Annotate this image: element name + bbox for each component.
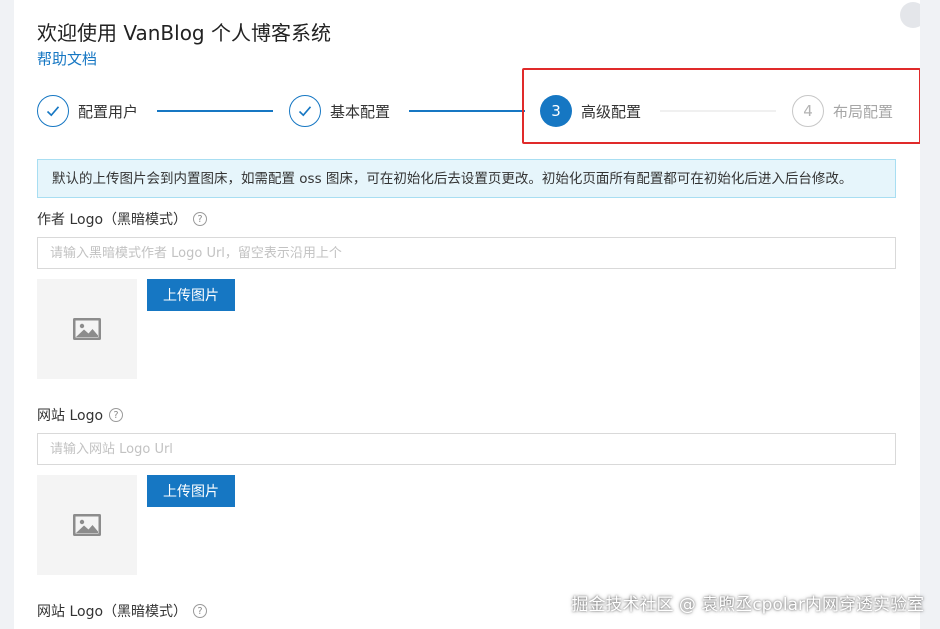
check-icon (37, 95, 69, 127)
step-configure-user[interactable]: 配置用户 (37, 94, 138, 128)
highlight-annotation (522, 68, 920, 144)
image-preview[interactable] (37, 475, 137, 575)
image-preview[interactable] (37, 279, 137, 379)
step-label: 配置用户 (78, 102, 139, 121)
question-circle-icon[interactable]: ? (193, 212, 208, 226)
site-logo-input[interactable] (37, 433, 896, 465)
step-label: 基本配置 (330, 102, 391, 121)
step-basic-config[interactable]: 基本配置 (289, 94, 390, 128)
upload-image-button[interactable]: 上传图片 (147, 475, 235, 507)
question-circle-icon[interactable]: ? (193, 604, 208, 618)
help-docs-link[interactable]: 帮助文档 (37, 48, 97, 69)
upload-image-button[interactable]: 上传图片 (147, 279, 235, 311)
step-connector (157, 110, 273, 112)
field-label: 作者 Logo（黑暗模式） (37, 212, 188, 228)
image-icon (73, 318, 101, 340)
site-logo-dark-field: 网站 Logo（黑暗模式） ? (37, 601, 208, 621)
step-connector (409, 110, 525, 112)
setup-card: 欢迎使用 VanBlog 个人博客系统 帮助文档 配置用户 基本配置 3 高级配… (14, 0, 920, 629)
field-label: 网站 Logo (37, 408, 104, 424)
author-logo-dark-field: 作者 Logo（黑暗模式） ? (37, 209, 208, 229)
scroll-handle[interactable] (900, 2, 920, 28)
image-icon (73, 514, 101, 536)
page-title: 欢迎使用 VanBlog 个人博客系统 (37, 21, 331, 45)
question-circle-icon[interactable]: ? (109, 408, 124, 422)
site-logo-field: 网站 Logo ? (37, 405, 124, 425)
check-icon (289, 95, 321, 127)
info-alert: 默认的上传图片会到内置图床，如需配置 oss 图床，可在初始化后去设置页更改。初… (37, 159, 896, 198)
field-label: 网站 Logo（黑暗模式） (37, 604, 188, 620)
watermark: 掘金技术社区 @ 袁煦丞cpolar内网穿透实验室 (571, 595, 924, 615)
author-logo-dark-input[interactable] (37, 237, 896, 269)
